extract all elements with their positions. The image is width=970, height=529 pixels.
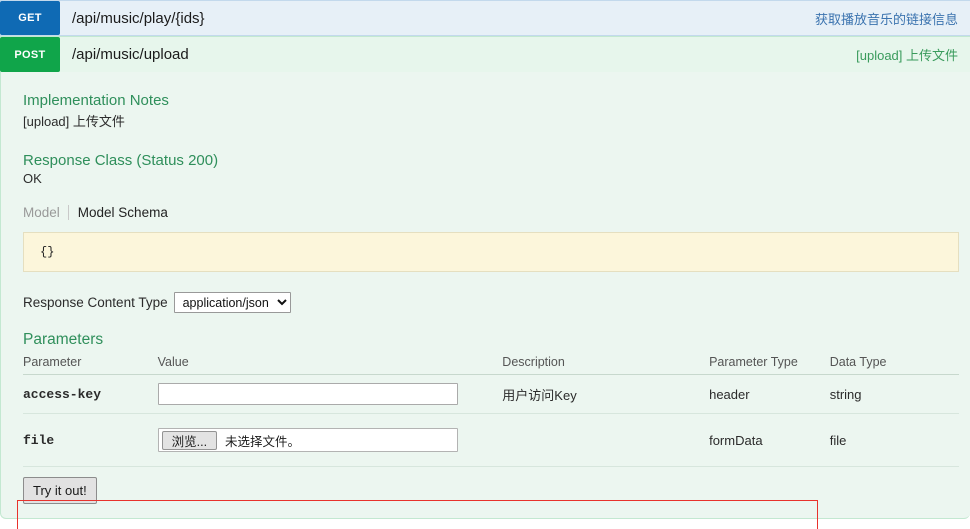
operation-get-play: GET /api/music/play/{ids} 获取播放音乐的链接信息 — [0, 0, 970, 36]
submit-row: Try it out! — [23, 477, 970, 504]
param-type-access-key: header — [709, 374, 830, 414]
browse-button[interactable]: 浏览... — [161, 430, 218, 450]
param-value-cell-file: 浏览... 未选择文件。 — [157, 413, 503, 467]
th-parameter: Parameter — [23, 353, 158, 375]
tab-model[interactable]: Model — [23, 205, 68, 220]
table-row: access-key 用户访问Key header string — [23, 374, 959, 414]
response-class-text: OK — [23, 171, 42, 186]
file-selection-status: 未选择文件。 — [225, 434, 301, 449]
operation-path-post[interactable]: /api/music/upload — [60, 46, 856, 63]
operation-summary-get[interactable]: 获取播放音乐的链接信息 — [815, 9, 970, 28]
param-description-access-key: 用户访问Key — [502, 374, 710, 414]
model-tabs: Model Model Schema — [23, 202, 970, 222]
param-description-file — [502, 413, 710, 467]
access-key-input[interactable] — [157, 383, 458, 405]
swagger-operations-list: GET /api/music/play/{ids} 获取播放音乐的链接信息 PO… — [0, 0, 970, 529]
file-row-highlight-box — [17, 500, 818, 529]
parameters-table-header-row: Parameter Value Description Parameter Ty… — [23, 353, 959, 375]
model-schema-box[interactable]: {} — [23, 232, 959, 272]
th-value: Value — [157, 353, 503, 375]
operation-path-get[interactable]: /api/music/play/{ids} — [60, 10, 815, 27]
operation-summary-post[interactable]: [upload] 上传文件 — [856, 45, 970, 64]
try-it-out-button[interactable]: Try it out! — [23, 477, 97, 504]
operation-content-panel: Implementation Notes [upload] 上传文件 Respo… — [0, 72, 970, 529]
http-method-badge-get: GET — [0, 1, 60, 35]
http-method-badge-post: POST — [0, 37, 60, 72]
implementation-notes-title: Implementation Notes — [23, 92, 169, 109]
response-class-title: Response Class (Status 200) — [23, 152, 219, 169]
parameters-title: Parameters — [23, 331, 104, 348]
param-name-access-key: access-key — [23, 374, 158, 414]
operation-header-post[interactable]: POST /api/music/upload [upload] 上传文件 — [0, 36, 970, 72]
response-content-type-row: Response Content Type application/json — [23, 292, 970, 313]
response-content-type-label: Response Content Type — [23, 295, 168, 310]
file-upload-input[interactable]: 浏览... 未选择文件。 — [157, 428, 458, 452]
param-datatype-file: file — [829, 413, 959, 467]
param-datatype-access-key: string — [829, 374, 959, 414]
param-type-file: formData — [709, 413, 830, 467]
response-content-type-select[interactable]: application/json — [173, 292, 291, 313]
operation-post-upload: POST /api/music/upload [upload] 上传文件 Imp… — [0, 36, 970, 529]
tab-model-schema[interactable]: Model Schema — [67, 204, 176, 220]
param-name-file: file — [23, 413, 158, 467]
implementation-notes-text: [upload] 上传文件 — [23, 114, 125, 129]
th-description: Description — [502, 353, 710, 375]
th-data-type: Data Type — [829, 353, 959, 375]
table-row: file 浏览... 未选择文件。 formData file — [23, 413, 959, 467]
parameters-table: Parameter Value Description Parameter Ty… — [23, 353, 959, 467]
param-value-cell-access-key — [157, 374, 503, 414]
operation-header-get[interactable]: GET /api/music/play/{ids} 获取播放音乐的链接信息 — [0, 0, 970, 36]
th-parameter-type: Parameter Type — [709, 353, 830, 375]
